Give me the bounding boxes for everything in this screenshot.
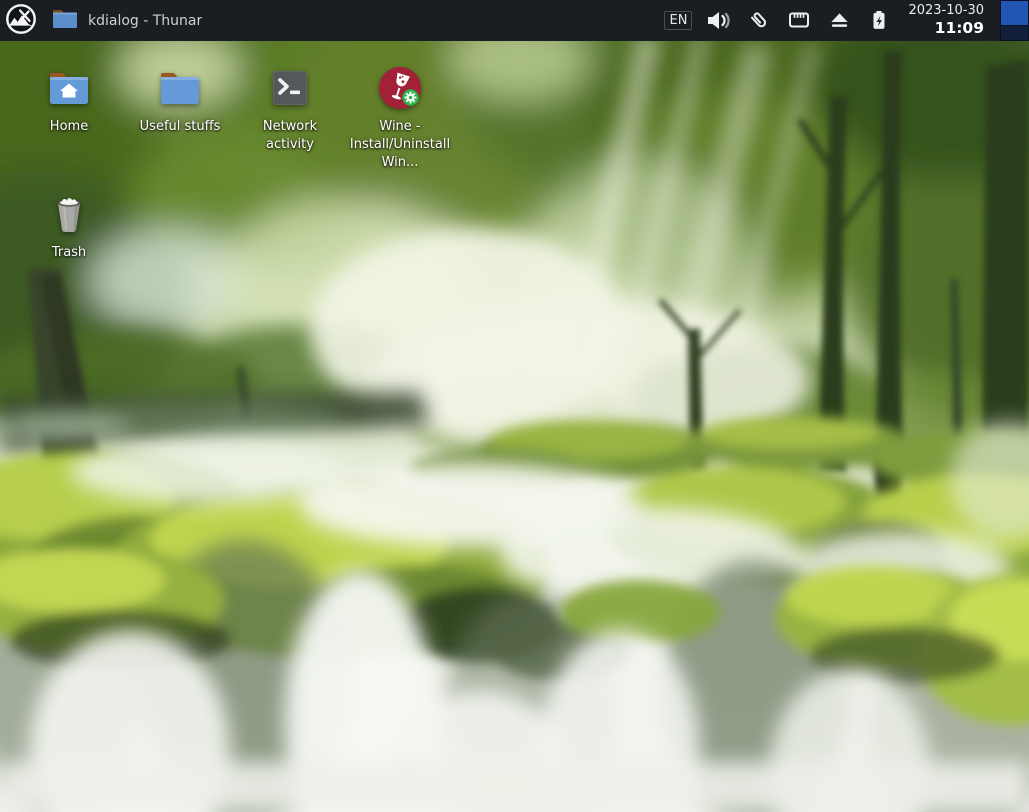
clock[interactable]: 2023-10-30 11:09 bbox=[908, 3, 984, 38]
keyboard-layout-indicator[interactable]: EN bbox=[664, 10, 693, 30]
system-tray: EN 2023-10-30 11:09 bbox=[664, 3, 990, 38]
folder-home-icon bbox=[45, 64, 93, 112]
desktop-icon-label: Trash bbox=[51, 245, 87, 260]
eject-icon[interactable] bbox=[826, 6, 852, 34]
applications-menu-button[interactable] bbox=[0, 0, 42, 41]
clock-time: 11:09 bbox=[934, 18, 984, 37]
desktop-icon-wine[interactable]: Wine - Install/Uninstall Win... bbox=[347, 64, 453, 173]
desktop-icon-label: Useful stuffs bbox=[139, 119, 221, 134]
desktop-icon-home[interactable]: Home bbox=[16, 64, 122, 136]
network-port-icon[interactable] bbox=[786, 6, 812, 34]
wine-icon bbox=[376, 64, 424, 112]
workspace-switcher[interactable] bbox=[1000, 0, 1029, 41]
taskbar-window-button[interactable]: kdialog - Thunar bbox=[42, 0, 212, 41]
workspace-2[interactable] bbox=[1001, 26, 1028, 40]
clock-date: 2023-10-30 bbox=[908, 3, 984, 19]
battery-charging-icon[interactable] bbox=[866, 6, 892, 34]
desktop-icon-label: Network activity bbox=[262, 119, 318, 153]
taskbar-window-title: kdialog - Thunar bbox=[88, 12, 203, 29]
folder-icon bbox=[52, 8, 78, 33]
workspace-1[interactable] bbox=[1001, 1, 1028, 26]
desktop-icon-trash[interactable]: Trash bbox=[16, 190, 122, 262]
folder-icon bbox=[156, 64, 204, 112]
desktop-icon-label: Home bbox=[49, 119, 89, 134]
top-panel: kdialog - Thunar EN 2023-10-30 11:09 bbox=[0, 0, 1029, 41]
desktop: Home Useful stuffs Network activity Wine… bbox=[0, 0, 1029, 812]
clipboard-paperclip-icon[interactable] bbox=[746, 6, 772, 34]
desktop-icon-useful-stuffs[interactable]: Useful stuffs bbox=[127, 64, 233, 136]
desktop-icon-network-activity[interactable]: Network activity bbox=[237, 64, 343, 154]
trash-full-icon bbox=[45, 190, 93, 238]
desktop-icon-label: Wine - Install/Uninstall Win... bbox=[349, 119, 451, 171]
terminal-icon bbox=[266, 64, 314, 112]
volume-icon[interactable] bbox=[706, 6, 732, 34]
distro-menu-icon bbox=[4, 2, 38, 40]
